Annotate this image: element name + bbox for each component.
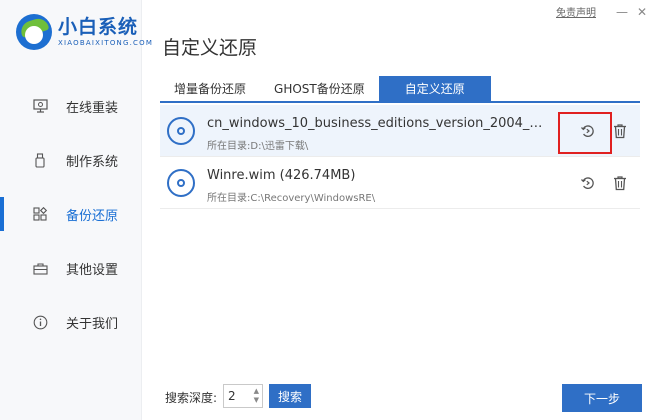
tab-custom-restore[interactable]: 自定义还原 — [378, 76, 491, 101]
search-depth-value: 2 — [228, 389, 236, 403]
delete-button[interactable] — [610, 173, 630, 193]
sidebar-item-online-reinstall[interactable]: 在线重装 — [0, 79, 142, 133]
restore-button[interactable] — [578, 173, 598, 193]
sidebar-item-label: 其他设置 — [66, 262, 119, 278]
file-path-label: 所在目录: — [207, 193, 251, 204]
sidebar-item-label: 备份还原 — [66, 208, 119, 224]
restore-file-list: cn_windows_10_business_editions_version_… — [160, 105, 640, 209]
info-icon — [32, 314, 48, 330]
tab-ghost-backup-restore[interactable]: GHOST备份还原 — [260, 76, 379, 101]
restore-button[interactable] — [578, 121, 598, 141]
list-item[interactable]: cn_windows_10_business_editions_version_… — [160, 105, 640, 157]
restore-icon — [581, 125, 594, 137]
window-controls: 免责声明 — ✕ — [556, 4, 650, 20]
file-path: 所在目录:D:\迅雷下载\ — [207, 137, 308, 152]
tab-incremental-backup-restore[interactable]: 增量备份还原 — [160, 76, 260, 101]
backup-icon — [32, 206, 48, 222]
search-depth-label: 搜索深度: — [165, 391, 218, 405]
minimize-icon[interactable]: — — [614, 5, 630, 19]
file-name: Winre.wim (426.74MB) — [207, 168, 356, 183]
logo-icon — [16, 14, 52, 50]
delete-button[interactable] — [610, 121, 630, 141]
briefcase-icon — [32, 260, 48, 276]
file-path-value: C:\Recovery\WindowsRE\ — [250, 193, 376, 204]
trash-icon — [614, 176, 626, 191]
next-step-button[interactable]: 下一步 — [562, 384, 642, 412]
file-name: cn_windows_10_business_editions_version_… — [207, 116, 547, 131]
search-depth-stepper[interactable]: 2 ▲ ▼ — [223, 384, 263, 408]
close-icon[interactable]: ✕ — [634, 5, 650, 19]
disc-icon — [167, 117, 195, 145]
file-path-label: 所在目录: — [207, 141, 251, 152]
search-button[interactable]: 搜索 — [269, 384, 311, 408]
sidebar-item-make-system[interactable]: 制作系统 — [0, 133, 142, 187]
stepper-down-icon[interactable]: ▼ — [254, 396, 259, 405]
monitor-icon — [32, 98, 48, 114]
restore-icon — [581, 177, 594, 189]
app-name: 小白系统 — [58, 16, 139, 38]
sidebar-item-label: 关于我们 — [66, 316, 119, 332]
file-path: 所在目录:C:\Recovery\WindowsRE\ — [207, 189, 375, 204]
page-title: 自定义还原 — [162, 37, 258, 59]
stepper-up-icon[interactable]: ▲ — [254, 387, 259, 396]
sidebar-item-label: 在线重装 — [66, 100, 119, 116]
list-item[interactable]: Winre.wim (426.74MB) 所在目录:C:\Recovery\Wi… — [160, 157, 640, 209]
app-subtitle: XIAOBAIXITONG.COM — [58, 39, 154, 47]
app-logo: 小白系统 XIAOBAIXITONG.COM — [16, 14, 153, 50]
sidebar-item-backup-restore[interactable]: 备份还原 — [0, 187, 142, 241]
sidebar-nav: 在线重装 制作系统 备份还原 其他设置 关于我们 — [0, 79, 142, 349]
sidebar-item-about-us[interactable]: 关于我们 — [0, 295, 142, 349]
trash-icon — [614, 124, 626, 139]
disclaimer-link[interactable]: 免责声明 — [556, 4, 596, 19]
disc-icon — [167, 169, 195, 197]
usb-icon — [32, 152, 48, 168]
file-path-value: D:\迅雷下载\ — [250, 141, 309, 152]
tab-bar: 增量备份还原 GHOST备份还原 自定义还原 — [160, 76, 640, 103]
sidebar-item-label: 制作系统 — [66, 154, 119, 170]
sidebar: 小白系统 XIAOBAIXITONG.COM 在线重装 制作系统 备份还原 其他… — [0, 0, 152, 420]
sidebar-item-other-settings[interactable]: 其他设置 — [0, 241, 142, 295]
